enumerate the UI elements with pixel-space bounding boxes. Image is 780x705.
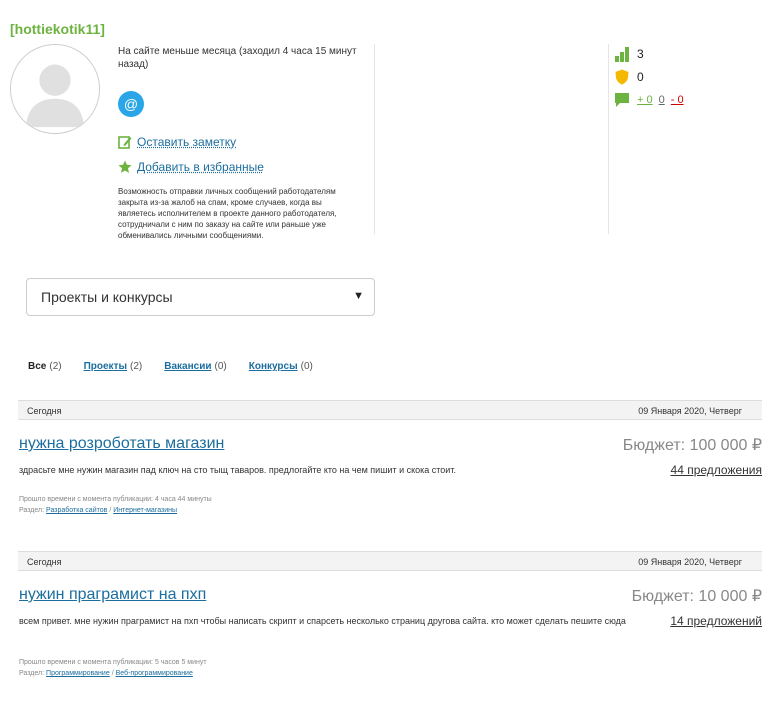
safety-value: 0 xyxy=(637,70,644,84)
avatar xyxy=(10,44,100,134)
comment-icon xyxy=(615,93,629,107)
filter-count: (0) xyxy=(214,361,227,372)
add-favorite-link[interactable]: Добавить в избранные xyxy=(137,160,264,174)
email-at-icon: @ xyxy=(123,96,139,112)
section-select[interactable]: Проекты и конкурсы ▼ xyxy=(26,278,375,316)
leave-note-action[interactable]: Оставить заметку xyxy=(118,134,368,150)
filter-count: (0) xyxy=(300,361,313,372)
date-bar: Сегодня 09 Января 2020, Четверг xyxy=(18,551,762,571)
project-title-link[interactable]: нужин праграмист на пхп xyxy=(19,586,206,604)
column-divider xyxy=(608,44,609,234)
project-title-link[interactable]: нужна розроботать магазин xyxy=(19,435,224,453)
filter-projects[interactable]: Проекты (2) xyxy=(84,361,143,372)
avatar-placeholder-icon xyxy=(11,45,99,133)
column-divider xyxy=(374,44,375,234)
date-full: 09 Января 2020, Четверг xyxy=(638,406,742,416)
filter-count: (2) xyxy=(49,361,62,372)
filter-contests[interactable]: Конкурсы (0) xyxy=(249,361,313,372)
elapsed-time: Прошло времени с момента публикации: 4 ч… xyxy=(19,496,212,503)
section-label: Раздел: xyxy=(19,670,45,677)
date-full: 09 Января 2020, Четверг xyxy=(638,557,742,567)
reviews-neutral-link[interactable]: 0 xyxy=(659,94,665,106)
filter-link[interactable]: Вакансии xyxy=(164,361,211,372)
section-link[interactable]: Программирование xyxy=(46,670,110,677)
section-label: Раздел: xyxy=(19,507,45,514)
project-budget: Бюджет: 100 000 ₽ xyxy=(622,437,762,454)
filter-link[interactable]: Проекты xyxy=(84,361,127,372)
online-status: На сайте меньше месяца (заходил 4 часа 1… xyxy=(118,46,357,70)
profile-username: [hottiekotik11] xyxy=(10,21,105,37)
project-filter-tabs: Все (2) Проекты (2) Вакансии (0) Конкурсы (0… xyxy=(28,361,335,372)
project-offers-link[interactable]: 44 предложения xyxy=(671,463,762,477)
filter-all[interactable]: Все (2) xyxy=(28,361,62,372)
safety-stat: 0 xyxy=(614,69,684,85)
user-stats: 3 0 + 0 0 - 0 xyxy=(614,46,684,108)
project-section: Раздел: Разработка сайтов / Интернет-маг… xyxy=(19,505,212,516)
project-meta: Прошло времени с момента публикации: 5 ч… xyxy=(19,657,207,679)
note-edit-icon xyxy=(118,136,132,149)
message-restriction-notice: Возможность отправки личных сообщений ра… xyxy=(118,187,337,240)
project-offers-link[interactable]: 14 предложений xyxy=(670,614,762,628)
section-select-value: Проекты и конкурсы xyxy=(41,289,173,305)
project-description: здрасьте мне нужин магазин пад ключ на с… xyxy=(19,465,456,475)
message-button[interactable]: @ xyxy=(118,91,144,117)
leave-note-link[interactable]: Оставить заметку xyxy=(137,135,236,149)
date-bar: Сегодня 09 Января 2020, Четверг xyxy=(18,400,762,420)
reviews-stat: + 0 0 - 0 xyxy=(614,92,684,108)
elapsed-time: Прошло времени с момента публикации: 5 ч… xyxy=(19,659,207,666)
star-icon xyxy=(118,160,132,173)
subsection-link[interactable]: Веб-программирование xyxy=(116,670,193,677)
profile-info: На сайте меньше месяца (заходил 4 часа 1… xyxy=(118,45,368,241)
rating-stat: 3 xyxy=(614,46,684,62)
project-section: Раздел: Программирование / Веб-программи… xyxy=(19,668,207,679)
shield-icon xyxy=(615,69,629,85)
reviews-positive-link[interactable]: + 0 xyxy=(637,94,653,106)
section-link[interactable]: Разработка сайтов xyxy=(46,507,107,514)
rating-bars-icon xyxy=(615,47,629,62)
date-today: Сегодня xyxy=(27,406,62,416)
chevron-down-icon: ▼ xyxy=(353,290,364,302)
project-meta: Прошло времени с момента публикации: 4 ч… xyxy=(19,494,212,516)
rating-value: 3 xyxy=(637,47,644,61)
date-today: Сегодня xyxy=(27,557,62,567)
filter-vacancies[interactable]: Вакансии (0) xyxy=(164,361,226,372)
add-favorite-action[interactable]: Добавить в избранные xyxy=(118,159,368,175)
filter-label: Все xyxy=(28,361,47,372)
project-description: всем привет. мне нужин праграмист на пхп… xyxy=(19,616,626,626)
section-separator: / xyxy=(111,670,114,677)
reviews-negative-link[interactable]: - 0 xyxy=(671,94,684,106)
subsection-link[interactable]: Интернет-магазины xyxy=(113,507,177,514)
project-budget: Бюджет: 10 000 ₽ xyxy=(631,588,762,605)
filter-count: (2) xyxy=(130,361,143,372)
section-separator: / xyxy=(109,507,112,514)
filter-link[interactable]: Конкурсы xyxy=(249,361,298,372)
